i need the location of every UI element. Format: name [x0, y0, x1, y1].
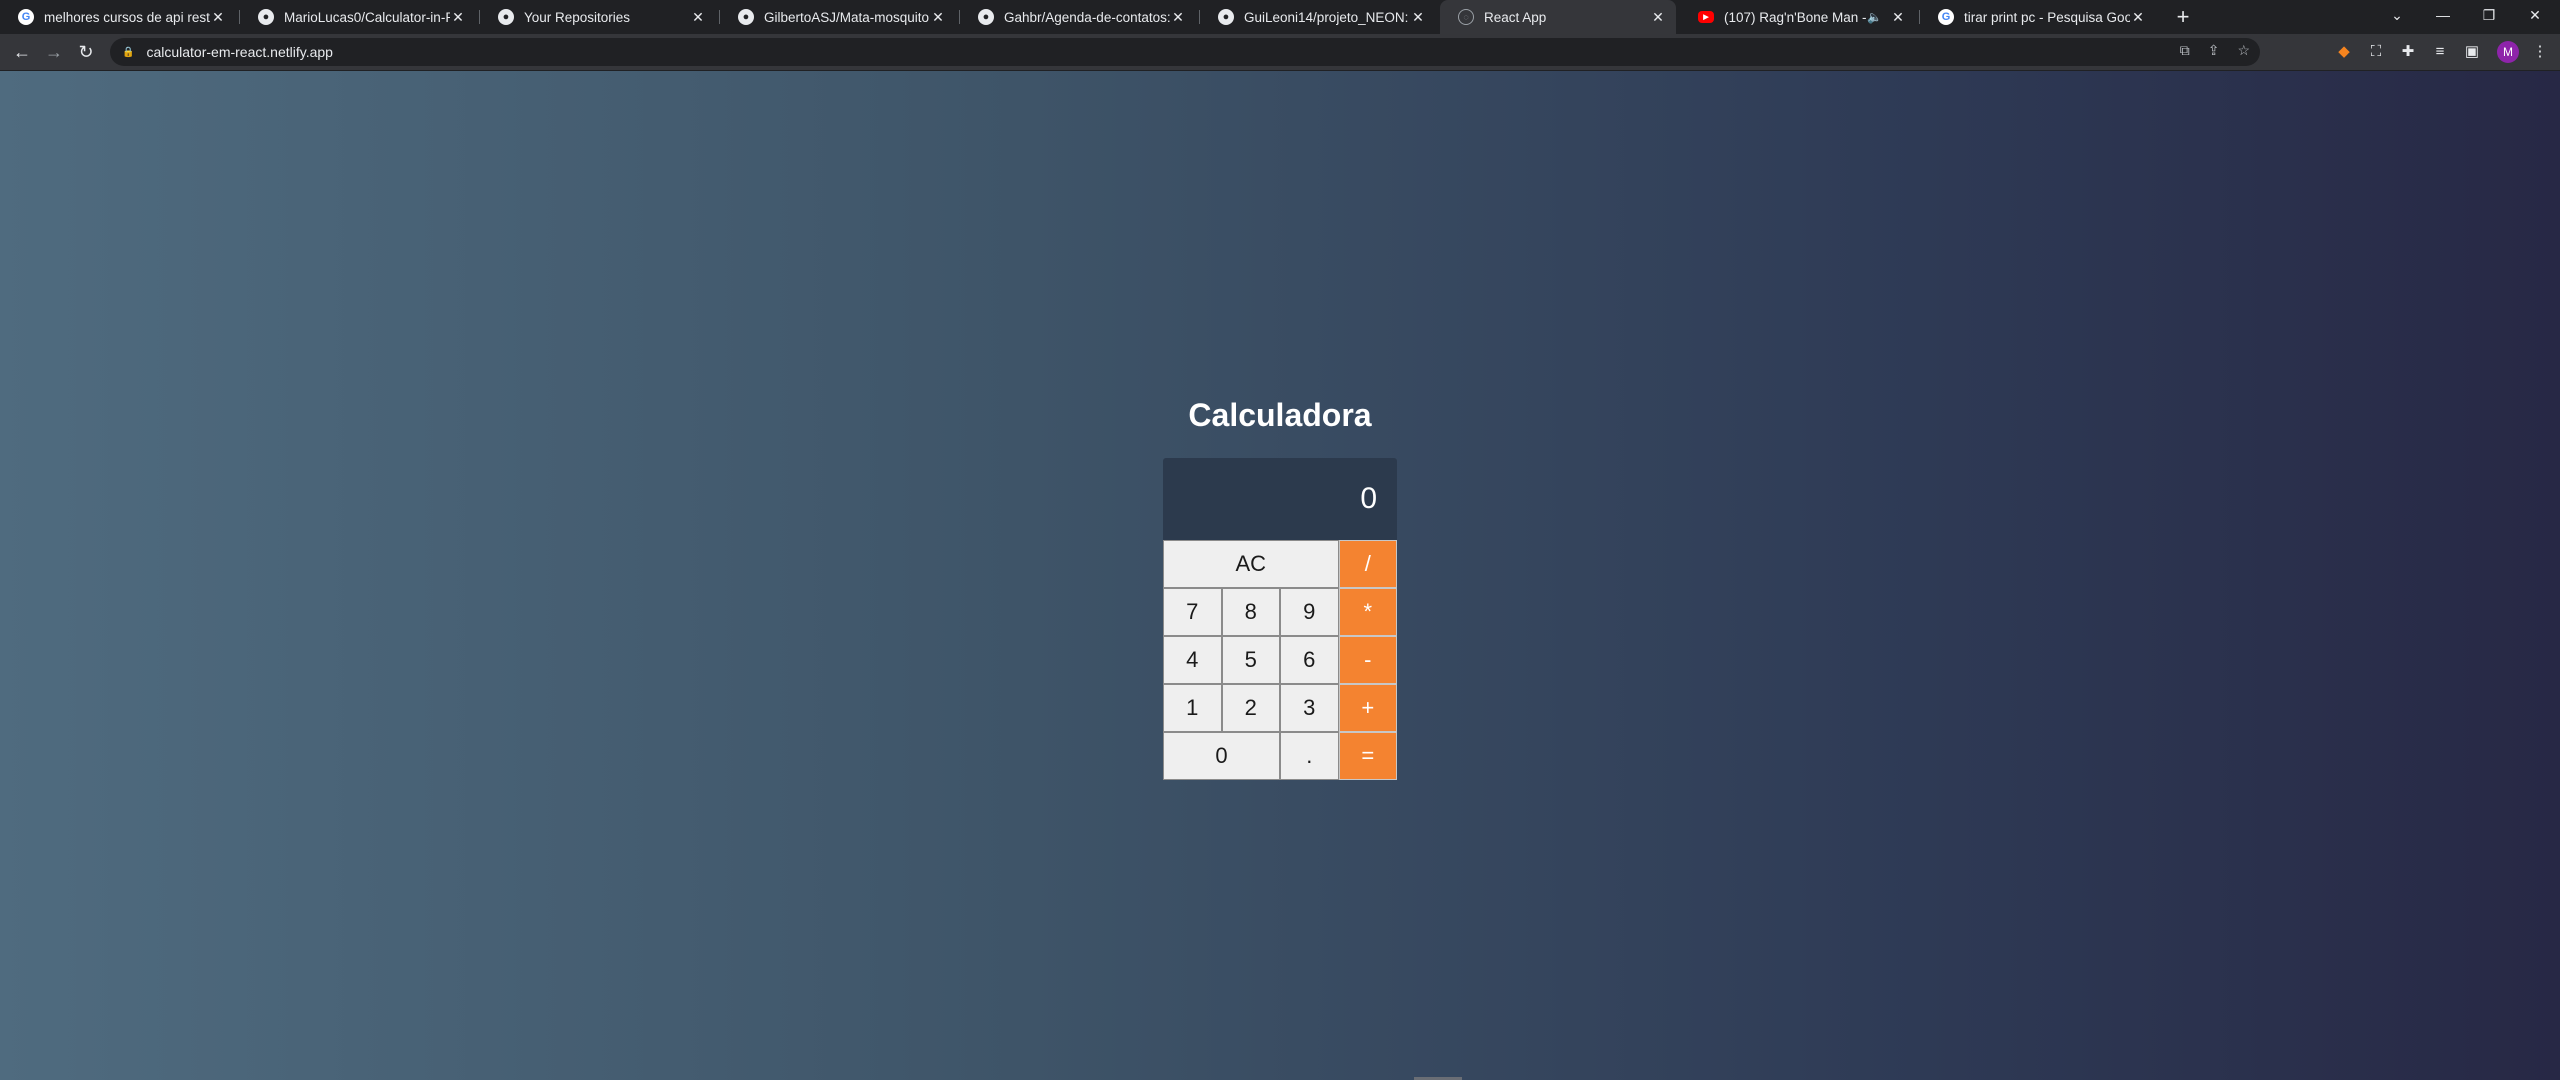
tab-search-icon[interactable]: ⌄ [2374, 0, 2420, 34]
tab-title: melhores cursos de api rest full - [44, 9, 210, 25]
github-icon: ● [498, 9, 514, 25]
tab-title: MarioLucas0/Calculator-in-React [284, 9, 450, 25]
tab-title: Gahbr/Agenda-de-contatos: Proj [1004, 9, 1170, 25]
bookmark-star-icon[interactable]: ☆ [2237, 42, 2250, 59]
browser-toolbar: ← → ↻ 🔒 calculator-em-react.netlify.app … [0, 34, 2560, 71]
digit-7-button[interactable]: 7 [1163, 588, 1222, 636]
digit-2-button[interactable]: 2 [1221, 684, 1280, 732]
speaker-icon[interactable]: 🔈 [1867, 10, 1882, 24]
decimal-button[interactable]: . [1280, 732, 1339, 780]
close-icon[interactable]: ✕ [1170, 9, 1186, 26]
tab-title: GuiLeoni14/projeto_NEON: temp [1244, 9, 1410, 25]
subtract-button[interactable]: - [1338, 636, 1397, 684]
github-icon: ● [978, 9, 994, 25]
page-content: Calculadora 0 AC / 7 8 9 * 4 5 6 - 1 2 3… [0, 71, 2560, 1080]
tab-agenda-contatos[interactable]: ● Gahbr/Agenda-de-contatos: Proj ✕ [960, 0, 1196, 34]
google-icon: G [18, 9, 34, 25]
close-icon[interactable]: ✕ [2130, 9, 2146, 26]
close-icon[interactable]: ✕ [210, 9, 226, 26]
close-icon[interactable]: ✕ [1890, 9, 1906, 26]
tab-github-calculator[interactable]: ● MarioLucas0/Calculator-in-React ✕ [240, 0, 476, 34]
page-title: Calculadora [1188, 397, 1372, 433]
tab-youtube[interactable]: ▶ (107) Rag'n'Bone Man - Hum 🔈 ✕ [1680, 0, 1916, 34]
tab-your-repositories[interactable]: ● Your Repositories ✕ [480, 0, 716, 34]
tab-title: Your Repositories [524, 9, 631, 25]
digit-6-button[interactable]: 6 [1280, 636, 1339, 684]
digit-1-button[interactable]: 1 [1163, 684, 1222, 732]
extensions-puzzle-icon[interactable]: ✚ [2398, 42, 2418, 62]
tab-projeto-neon[interactable]: ● GuiLeoni14/projeto_NEON: temp ✕ [1200, 0, 1436, 34]
tab-react-app[interactable]: ◌ React App ✕ [1440, 0, 1676, 34]
google-icon: G [1938, 9, 1954, 25]
close-icon[interactable]: ✕ [930, 9, 946, 26]
calculator-display: 0 [1163, 458, 1397, 540]
tab-title: GilbertoASJ/Mata-mosquito: Ma [764, 9, 930, 25]
close-icon[interactable]: ✕ [450, 9, 466, 26]
close-icon[interactable]: ✕ [1650, 9, 1666, 26]
equals-button[interactable]: = [1338, 732, 1397, 780]
digit-4-button[interactable]: 4 [1163, 636, 1222, 684]
lock-icon[interactable]: 🔒 [122, 47, 134, 58]
menu-kebab-icon[interactable]: ⋮ [2530, 42, 2550, 62]
digit-9-button[interactable]: 9 [1280, 588, 1339, 636]
github-icon: ● [258, 9, 274, 25]
profile-avatar[interactable]: M [2497, 41, 2519, 63]
tab-title: React App [1484, 9, 1547, 25]
back-icon[interactable]: ← [10, 40, 34, 64]
window-close-icon[interactable]: ✕ [2512, 0, 2558, 34]
globe-icon: ◌ [1458, 9, 1474, 25]
translate-icon[interactable]: ⧉ [2180, 42, 2190, 59]
address-bar[interactable]: 🔒 calculator-em-react.netlify.app ⧉ ⇪ ☆ [110, 38, 2260, 66]
multiply-button[interactable]: * [1338, 588, 1397, 636]
digit-5-button[interactable]: 5 [1221, 636, 1280, 684]
tab-google-search[interactable]: G melhores cursos de api rest full - ✕ [0, 0, 236, 34]
tab-title: tirar print pc - Pesquisa Google [1964, 9, 2130, 25]
tab-google-print[interactable]: G tirar print pc - Pesquisa Google ✕ [1920, 0, 2156, 34]
digit-3-button[interactable]: 3 [1280, 684, 1339, 732]
forward-icon[interactable]: → [42, 40, 66, 64]
close-icon[interactable]: ✕ [1410, 9, 1426, 26]
divide-button[interactable]: / [1338, 540, 1397, 588]
screenshot-extension-icon[interactable]: ⛶ [2366, 42, 2386, 62]
tab-mata-mosquito[interactable]: ● GilbertoASJ/Mata-mosquito: Ma ✕ [720, 0, 956, 34]
media-controls-icon[interactable]: ≡ [2430, 42, 2450, 62]
side-panel-icon[interactable]: ▣ [2462, 42, 2482, 62]
digit-0-button[interactable]: 0 [1163, 732, 1280, 780]
tab-strip: G melhores cursos de api rest full - ✕ ●… [0, 0, 2560, 34]
display-value: 0 [1360, 482, 1377, 515]
minimize-icon[interactable]: — [2420, 0, 2466, 34]
close-icon[interactable]: ✕ [690, 9, 706, 26]
omnibox-actions: ⧉ ⇪ ☆ [2180, 42, 2250, 59]
restore-icon[interactable]: ❐ [2466, 0, 2512, 34]
keypad: AC / 7 8 9 * 4 5 6 - 1 2 3 + 0 . = [1163, 540, 1397, 780]
tab-title: (107) Rag'n'Bone Man - Hum [1724, 9, 1867, 25]
github-icon: ● [738, 9, 754, 25]
github-icon: ● [1218, 9, 1234, 25]
metamask-extension-icon[interactable]: ◆ [2334, 42, 2354, 62]
clear-button[interactable]: AC [1163, 540, 1339, 588]
url-text[interactable]: calculator-em-react.netlify.app [146, 44, 332, 60]
new-tab-button[interactable]: + [2170, 4, 2196, 30]
calculator: 0 AC / 7 8 9 * 4 5 6 - 1 2 3 + 0 . = [1163, 458, 1397, 780]
youtube-icon: ▶ [1698, 11, 1714, 23]
share-icon[interactable]: ⇪ [2208, 42, 2220, 59]
reload-icon[interactable]: ↻ [74, 40, 98, 64]
add-button[interactable]: + [1338, 684, 1397, 732]
digit-8-button[interactable]: 8 [1221, 588, 1280, 636]
